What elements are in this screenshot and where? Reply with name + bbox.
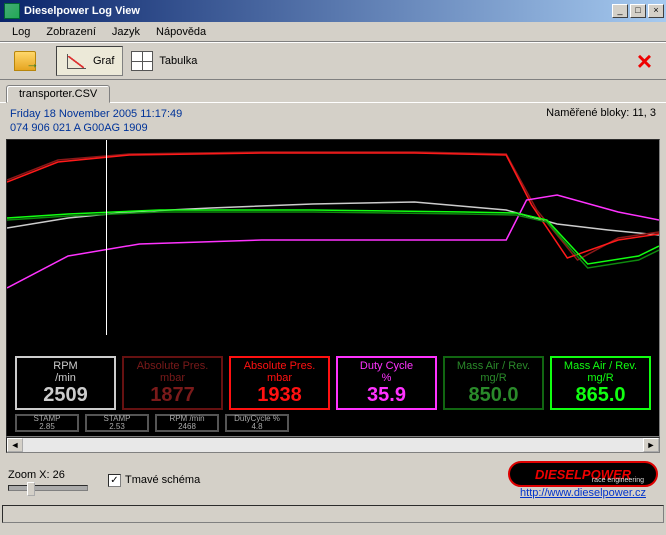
log-partno: 074 906 021 A G00AG 1909	[10, 121, 182, 135]
card-value: 850.0	[468, 384, 518, 406]
value-cards: RPM/min2509Absolute Pres.mbar1877Absolut…	[15, 356, 651, 410]
tabstrip: transporter.CSV	[0, 80, 666, 102]
brand-url[interactable]: http://www.dieselpower.cz	[520, 487, 646, 499]
card-unit: %	[382, 372, 392, 384]
mini-card-2[interactable]: RPM /min2468	[155, 414, 219, 432]
card-unit: mg/R	[480, 372, 506, 384]
graf-button[interactable]: Graf	[56, 46, 123, 76]
line-chart[interactable]	[7, 140, 659, 335]
card-unit: /min	[55, 372, 76, 384]
card-value: 865.0	[575, 384, 625, 406]
series-AbsPres actual	[7, 152, 659, 260]
card-label: Mass Air / Rev.	[564, 360, 637, 372]
mini-card-3[interactable]: DutyCycle %4.8	[225, 414, 289, 432]
folder-open-icon	[14, 51, 36, 71]
series-AbsPres requested	[7, 153, 659, 258]
card-value: 1938	[257, 384, 302, 406]
scroll-left-button[interactable]: ◄	[7, 438, 23, 452]
menu-zobrazeni[interactable]: Zobrazení	[38, 24, 104, 40]
zoom-slider-thumb[interactable]	[27, 482, 35, 496]
menu-log[interactable]: Log	[4, 24, 38, 40]
scroll-right-button[interactable]: ►	[643, 438, 659, 452]
menubar: Log Zobrazení Jazyk Nápověda	[0, 22, 666, 42]
tabulka-button[interactable]: Tabulka	[123, 46, 205, 76]
time-cursor[interactable]	[106, 140, 107, 335]
tabulka-label: Tabulka	[159, 55, 197, 67]
info-bar: Friday 18 November 2005 11:17:49 074 906…	[6, 107, 660, 139]
series-Duty Cycle	[7, 195, 659, 288]
footer: Zoom X: 26 ✓ Tmavé schéma DIESELPOWER ra…	[0, 455, 666, 505]
zoom-label: Zoom X: 26	[8, 469, 88, 481]
content-area: Friday 18 November 2005 11:17:49 074 906…	[0, 102, 666, 455]
menu-jazyk[interactable]: Jazyk	[104, 24, 148, 40]
brand-logo: DIESELPOWER race engineering	[508, 461, 658, 487]
status-bar	[2, 505, 664, 523]
card-label: Duty Cycle	[360, 360, 413, 372]
blocks-label: Naměřené bloky: 11, 3	[546, 107, 656, 135]
mini-cards: STAMP2.85 STAMP2.53 RPM /min2468 DutyCycle …	[15, 414, 289, 432]
open-button[interactable]	[6, 46, 44, 76]
value-card-2[interactable]: Absolute Pres.mbar1938	[229, 356, 330, 410]
mini-card-0[interactable]: STAMP2.85	[15, 414, 79, 432]
zoom-slider[interactable]	[8, 485, 88, 491]
value-card-1[interactable]: Absolute Pres.mbar1877	[122, 356, 223, 410]
series-RPM	[7, 202, 659, 235]
mini-card-1[interactable]: STAMP2.53	[85, 414, 149, 432]
card-label: Absolute Pres.	[137, 360, 209, 372]
app-icon	[4, 3, 20, 19]
card-unit: mbar	[160, 372, 185, 384]
log-datetime: Friday 18 November 2005 11:17:49	[10, 107, 182, 121]
value-card-3[interactable]: Duty Cycle%35.9	[336, 356, 437, 410]
window-title: Dieselpower Log View	[24, 5, 612, 17]
value-card-5[interactable]: Mass Air / Rev.mg/R865.0	[550, 356, 651, 410]
dark-scheme-checkbox[interactable]: ✓ Tmavé schéma	[108, 474, 200, 487]
minimize-button[interactable]: _	[612, 4, 628, 18]
card-unit: mg/R	[587, 372, 613, 384]
menu-napoveda[interactable]: Nápověda	[148, 24, 214, 40]
titlebar: Dieselpower Log View _ □ ×	[0, 0, 666, 22]
close-file-button[interactable]: ×	[629, 46, 660, 76]
chart-icon	[65, 51, 87, 71]
close-icon: ×	[637, 52, 652, 70]
card-value: 2509	[43, 384, 88, 406]
value-card-4[interactable]: Mass Air / Rev.mg/R850.0	[443, 356, 544, 410]
card-label: Mass Air / Rev.	[457, 360, 530, 372]
file-tab[interactable]: transporter.CSV	[6, 85, 110, 103]
close-button[interactable]: ×	[648, 4, 664, 18]
card-unit: mbar	[267, 372, 292, 384]
table-icon	[131, 51, 153, 71]
checkbox-icon: ✓	[108, 474, 121, 487]
horizontal-scrollbar[interactable]: ◄ ►	[6, 437, 660, 453]
card-value: 1877	[150, 384, 195, 406]
maximize-button[interactable]: □	[630, 4, 646, 18]
toolbar: Graf Tabulka ×	[0, 42, 666, 80]
dark-scheme-label: Tmavé schéma	[125, 474, 200, 486]
value-card-0[interactable]: RPM/min2509	[15, 356, 116, 410]
card-label: RPM	[53, 360, 77, 372]
graph-panel[interactable]: RPM/min2509Absolute Pres.mbar1877Absolut…	[6, 139, 660, 437]
card-value: 35.9	[367, 384, 406, 406]
card-label: Absolute Pres.	[244, 360, 316, 372]
graf-label: Graf	[93, 55, 114, 67]
scroll-track[interactable]	[23, 438, 643, 452]
